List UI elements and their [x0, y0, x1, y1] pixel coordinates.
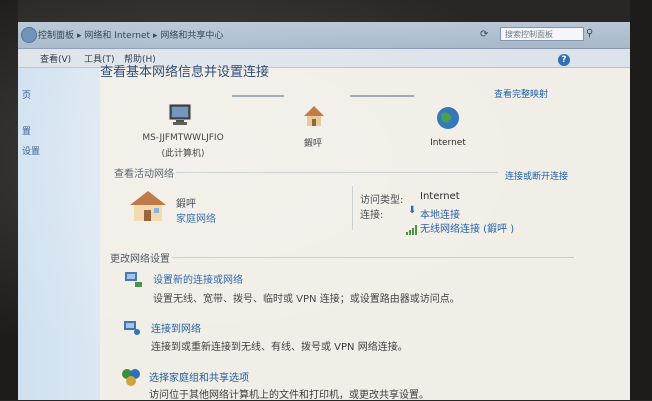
full-map-link[interactable]: 查看完整映射 — [494, 87, 548, 100]
connection-wireless[interactable]: 无线网络连接 (鍜呯 ) — [420, 220, 514, 235]
computer-name: MS-JJFMTWWLJFIO — [142, 133, 224, 143]
breadcrumb[interactable]: 控制面板 ▸ 网络和 Internet ▸ 网络和共享中心 — [38, 28, 226, 41]
vertical-divider — [352, 186, 353, 230]
signal-icon — [406, 220, 418, 239]
homegroup-icon — [120, 367, 142, 391]
breadcrumb-item[interactable]: 网络和共享中心 — [160, 31, 223, 41]
active-network-title: 鍜呯 — [176, 199, 196, 210]
breadcrumb-item[interactable]: 控制面板 — [38, 31, 74, 41]
left-pane-link[interactable]: 页 — [22, 88, 31, 101]
left-pane-link[interactable]: 设置 — [22, 144, 40, 157]
section-header: 更改网络设置 — [110, 254, 170, 265]
left-pane-link[interactable]: 置 — [22, 124, 31, 137]
access-type-label: 访问类型: — [360, 195, 404, 206]
network-name: 鍜呯 — [303, 139, 322, 149]
monitor-bezel-left — [0, 0, 18, 400]
search-icon[interactable]: ⚲ — [586, 28, 593, 39]
map-connector — [350, 95, 414, 97]
connect-icon — [122, 318, 142, 340]
setup-connection-desc: 设置无线、宽带、拨号、临时或 VPN 连接；或设置路由器或访问点。 — [153, 294, 460, 305]
section-header: 查看活动网络 — [114, 169, 174, 180]
help-icon[interactable]: ? — [558, 54, 570, 66]
connect-to-network-link[interactable]: 连接到网络 — [151, 320, 201, 335]
house-icon — [128, 189, 168, 227]
address-bar: 控制面板 ▸ 网络和 Internet ▸ 网络和共享中心 ⟳ 搜索控制面板 ⚲ — [18, 22, 630, 49]
map-connector — [232, 95, 284, 97]
network-type-link[interactable]: 家庭网络 — [176, 210, 216, 225]
page-title: 查看基本网络信息并设置连接 — [100, 65, 270, 80]
refresh-icon[interactable]: ⟳ — [480, 29, 492, 41]
connect-to-network-desc: 连接到或重新连接到无线、有线、拨号或 VPN 网络连接。 — [151, 342, 408, 353]
section-divider — [176, 172, 498, 173]
network-setup-icon — [124, 270, 144, 292]
back-button[interactable] — [21, 27, 37, 43]
left-pane: 页 置 设置 — [18, 68, 100, 400]
connections-label: 连接: — [360, 210, 384, 221]
house-icon — [302, 104, 326, 132]
computer-icon — [168, 104, 194, 130]
search-input[interactable]: 搜索控制面板 — [500, 27, 584, 41]
homegroup-sharing-desc: 访问位于其他网络计算机上的文件和打印机，或更改共享设置。 — [149, 390, 429, 401]
setup-connection-link[interactable]: 设置新的连接或网络 — [153, 271, 243, 286]
monitor-bezel-right — [630, 0, 652, 400]
internet-label: Internet — [430, 138, 466, 148]
access-type-value: Internet — [420, 191, 460, 202]
section-divider — [172, 257, 574, 258]
homegroup-sharing-link[interactable]: 选择家庭组和共享选项 — [149, 369, 249, 384]
ethernet-icon: ⬇ — [408, 205, 417, 216]
breadcrumb-item[interactable]: 网络和 Internet — [84, 31, 150, 41]
connect-disconnect-link[interactable]: 连接或断开连接 — [505, 169, 568, 182]
menu-view[interactable]: 查看(V) — [40, 52, 71, 65]
globe-icon — [436, 106, 460, 134]
computer-sub: (此计算机) — [161, 149, 205, 159]
connection-local[interactable]: 本地连接 — [420, 206, 460, 221]
